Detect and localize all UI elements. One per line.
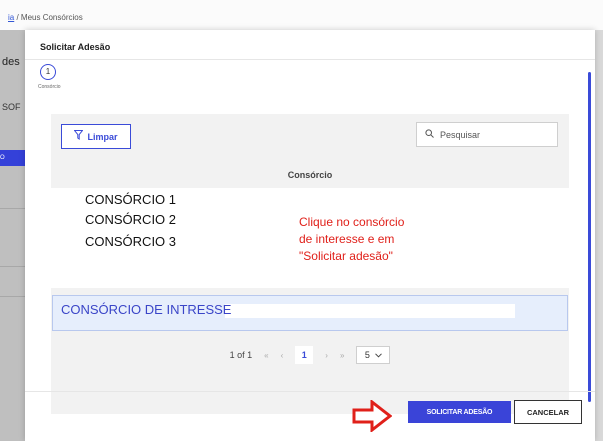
consortium-list: CONSÓRCIO 1 CONSÓRCIO 2 CONSÓRCIO 3 Cliq… [51, 188, 569, 288]
request-membership-button[interactable]: SOLICITAR ADESÃO [408, 401, 511, 423]
prev-page-button[interactable]: ‹ [281, 351, 284, 360]
instruction-annotation: Clique no consórcio de interesse e em "S… [299, 215, 405, 263]
step-label: Consórcio [38, 84, 61, 90]
breadcrumb-current: Meus Consórcios [20, 13, 83, 22]
selected-table-row[interactable]: CONSÓRCIO DE INTRESSE [52, 295, 568, 331]
pagination: 1 of 1 « ‹ 1 › » 5 [51, 344, 569, 366]
search-box[interactable] [416, 122, 558, 147]
arrow-right-icon [352, 398, 393, 437]
footer-divider [25, 391, 595, 392]
current-page-button[interactable]: 1 [295, 346, 314, 364]
breadcrumb: ia / Meus Consórcios [8, 13, 83, 22]
header-divider [25, 59, 595, 60]
chevron-down-icon [375, 350, 382, 360]
step-number: 1 [40, 64, 56, 80]
background-title-fragment: des [2, 56, 20, 68]
row-highlight [225, 304, 515, 318]
background-text-fragment: SOF [2, 102, 21, 112]
selected-row-label: CONSÓRCIO DE INTRESSE [61, 302, 232, 317]
stepper: 1 Consórcio [38, 64, 61, 90]
search-icon [425, 128, 434, 141]
search-input[interactable] [438, 128, 552, 141]
background-divider [0, 296, 25, 297]
modal-title: Solicitar Adesão [40, 42, 111, 52]
next-page-button[interactable]: › [325, 351, 328, 360]
modal-scrollbar[interactable] [588, 72, 591, 402]
background-divider [0, 208, 25, 209]
request-membership-modal: Solicitar Adesão 1 Consórcio Limpar Cons… [25, 30, 595, 441]
clear-filter-label: Limpar [87, 131, 118, 142]
last-page-button[interactable]: » [340, 351, 344, 360]
background-divider [0, 266, 25, 267]
background-button-fragment: O [0, 150, 25, 166]
pagination-info: 1 of 1 [229, 350, 253, 360]
background-page: des SOF O [0, 30, 25, 441]
column-header-consortium[interactable]: Consórcio [51, 164, 569, 186]
clear-filter-button[interactable]: Limpar [61, 124, 131, 149]
consortium-table-panel: Limpar Consórcio CONSÓRCIO 1 CONSÓRCIO 2… [51, 114, 569, 414]
per-page-value: 5 [364, 350, 370, 360]
table-toolbar: Limpar [51, 114, 569, 156]
list-item-consortium-3[interactable]: CONSÓRCIO 3 [85, 234, 176, 249]
first-page-button[interactable]: « [264, 351, 268, 360]
filter-clear-icon [73, 130, 85, 143]
cancel-button[interactable]: CANCELAR [514, 400, 582, 424]
list-item-consortium-1[interactable]: CONSÓRCIO 1 [85, 192, 176, 207]
background-breadcrumb-bar: ia / Meus Consórcios [0, 0, 603, 30]
per-page-select[interactable]: 5 [356, 346, 391, 364]
list-item-consortium-2[interactable]: CONSÓRCIO 2 [85, 212, 176, 227]
breadcrumb-separator: / [14, 13, 21, 22]
